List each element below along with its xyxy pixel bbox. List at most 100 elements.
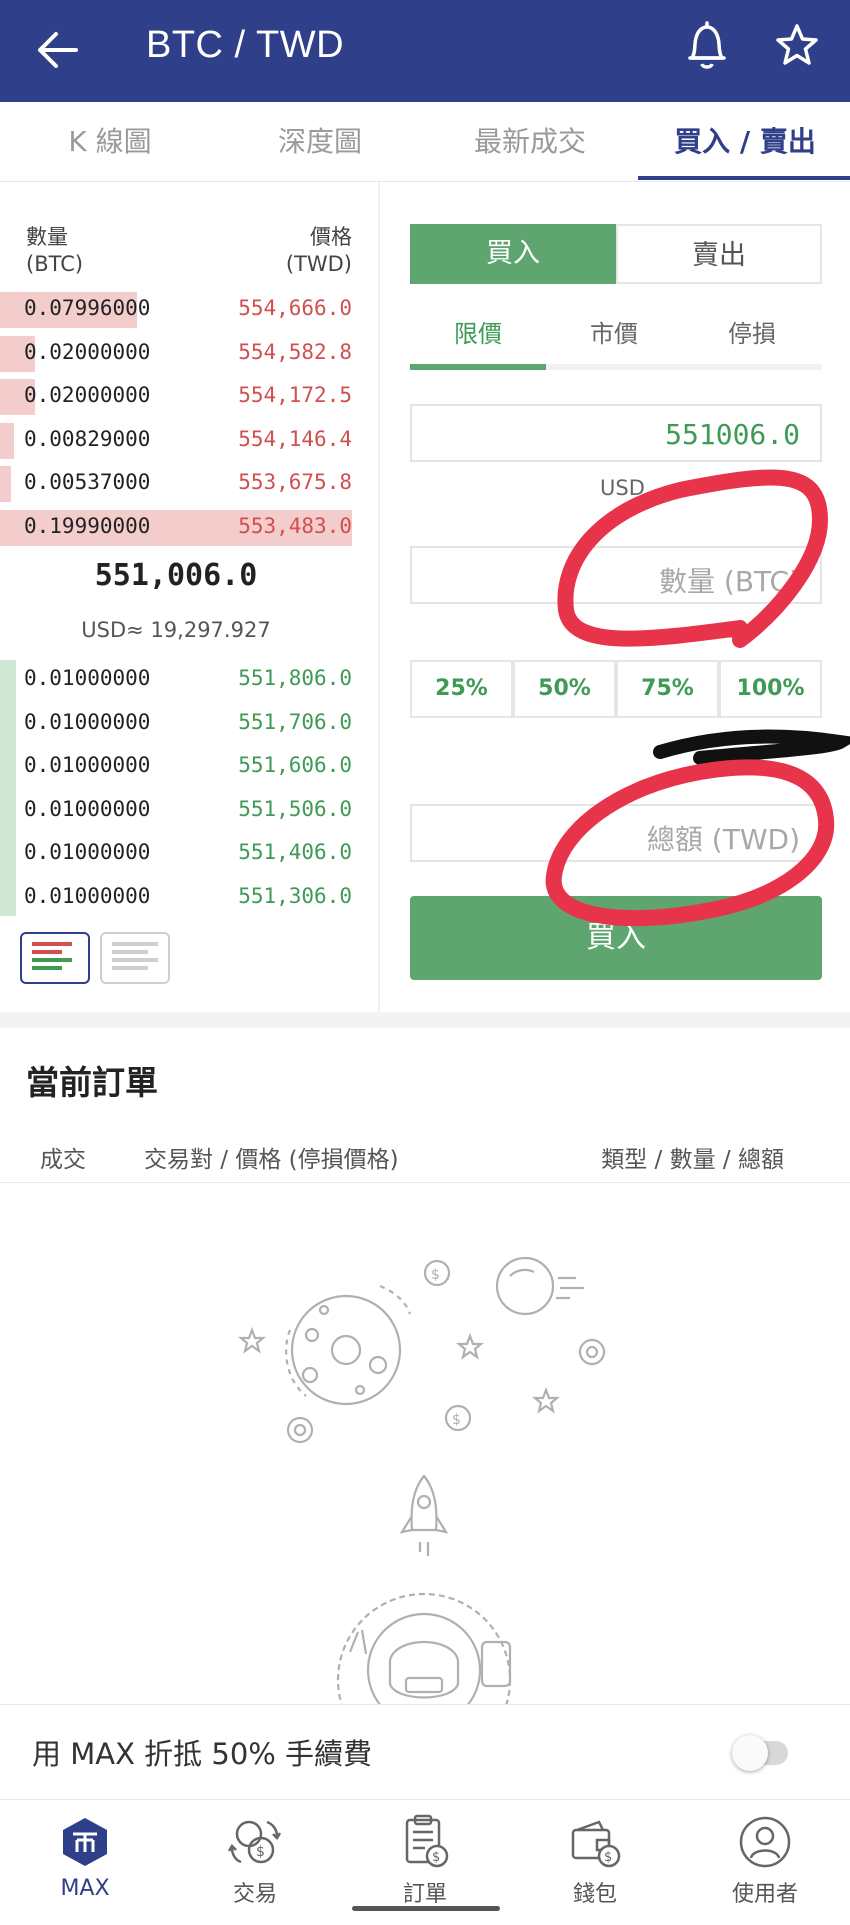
exchange-icon: $ bbox=[227, 1820, 282, 1864]
chart-tabs: K 線圖 深度圖 最新成交 買入 / 賣出 bbox=[0, 102, 850, 182]
qty-header: 數量 (BTC) bbox=[26, 224, 83, 278]
buy-segment-button[interactable]: 買入 bbox=[410, 224, 616, 284]
nav-max-label: MAX bbox=[60, 1876, 110, 1901]
sell-segment-button[interactable]: 賣出 bbox=[616, 224, 822, 284]
nav-user[interactable]: 使用者 bbox=[680, 1800, 850, 1912]
fee-discount-toggle[interactable] bbox=[732, 1731, 792, 1771]
col-pair-price: 交易對 / 價格 (停損價格) bbox=[144, 1147, 399, 1173]
app-header: BTC / TWD bbox=[0, 0, 850, 102]
quantity-placeholder: 數量 (BTC) bbox=[659, 565, 800, 598]
tab-latest-trades[interactable]: 最新成交 bbox=[440, 102, 620, 182]
toggle-knob bbox=[732, 1735, 768, 1771]
total-input[interactable]: 總額 (TWD) bbox=[410, 804, 822, 862]
bid-row[interactable]: 0.01000000 551,706.0 bbox=[0, 706, 352, 742]
bid-row[interactable]: 0.01000000 551,506.0 bbox=[0, 793, 352, 829]
nav-orders-label: 訂單 bbox=[402, 1882, 447, 1907]
price-header-unit: (TWD) bbox=[285, 252, 352, 276]
ask-row[interactable]: 0.00829000 554,146.4 bbox=[0, 422, 352, 459]
submit-buy-button[interactable]: 買入 bbox=[410, 896, 822, 980]
nav-wallet[interactable]: $ 錢包 bbox=[510, 1800, 680, 1912]
fee-discount-label: 用 MAX 折抵 50% 手續費 bbox=[32, 1737, 373, 1771]
ask-price: 553,675.8 bbox=[238, 470, 352, 494]
bid-price: 551,306.0 bbox=[238, 883, 352, 908]
bid-row[interactable]: 0.01000000 551,406.0 bbox=[0, 836, 352, 872]
nav-orders[interactable]: $ 訂單 bbox=[340, 1800, 510, 1912]
bid-row[interactable]: 0.01000000 551,606.0 bbox=[0, 749, 352, 785]
view-single-side-button[interactable] bbox=[100, 932, 170, 984]
price-header-label: 價格 bbox=[310, 225, 352, 249]
bid-depth-bar bbox=[0, 660, 16, 916]
home-indicator bbox=[352, 1906, 500, 1911]
bid-price: 551,406.0 bbox=[238, 840, 352, 864]
svg-text:$: $ bbox=[452, 1412, 461, 1428]
svg-text:$: $ bbox=[432, 1850, 440, 1865]
ask-row[interactable]: 0.19990000 553,483.0 bbox=[0, 509, 352, 546]
nav-max[interactable]: MAX bbox=[0, 1800, 170, 1912]
svg-text:$: $ bbox=[256, 1844, 265, 1860]
pct-100-button[interactable]: 100% bbox=[719, 660, 822, 718]
fee-discount-row: 用 MAX 折抵 50% 手續費 bbox=[0, 1704, 850, 1800]
usd-hint: USD bbox=[600, 476, 645, 500]
ask-depth-bar bbox=[0, 466, 11, 502]
svg-text:$: $ bbox=[431, 1267, 440, 1283]
qty-header-unit: (BTC) bbox=[26, 252, 84, 276]
active-tab-indicator bbox=[638, 176, 850, 180]
nav-wallet-label: 錢包 bbox=[572, 1882, 617, 1907]
pct-75-button[interactable]: 75% bbox=[616, 660, 719, 718]
bid-row[interactable]: 0.01000000 551,806.0 bbox=[0, 662, 352, 698]
col-filled: 成交 bbox=[40, 1147, 86, 1173]
ask-qty: 0.07996000 bbox=[24, 296, 151, 320]
quantity-input[interactable]: 數量 (BTC) bbox=[410, 546, 822, 604]
bid-row[interactable]: 0.01000000 551,306.0 bbox=[0, 880, 352, 916]
ask-price: 554,582.8 bbox=[238, 339, 352, 364]
ask-row[interactable]: 0.02000000 554,172.5 bbox=[0, 379, 352, 415]
price-input[interactable]: 551006.0 bbox=[410, 404, 822, 462]
bid-qty: 0.01000000 bbox=[24, 796, 151, 821]
column-divider bbox=[378, 182, 380, 1012]
bid-qty: 0.01000000 bbox=[24, 840, 151, 864]
section-separator bbox=[0, 1012, 850, 1028]
order-type-limit[interactable]: 限價 bbox=[410, 314, 546, 349]
tab-depth[interactable]: 深度圖 bbox=[230, 102, 410, 182]
empty-orders-space-illustration: $ $ bbox=[237, 1256, 606, 1710]
nav-user-label: 使用者 bbox=[731, 1882, 798, 1907]
pct-50-button[interactable]: 50% bbox=[513, 660, 616, 718]
ask-row[interactable]: 0.00537000 553,675.8 bbox=[0, 466, 352, 502]
current-orders-title: 當前訂單 bbox=[26, 1063, 158, 1102]
tab-buy-sell[interactable]: 買入 / 賣出 bbox=[650, 102, 840, 182]
total-placeholder: 總額 (TWD) bbox=[646, 823, 800, 856]
ask-price: 554,146.4 bbox=[238, 426, 352, 451]
bid-qty: 0.01000000 bbox=[24, 666, 151, 690]
order-type-stop[interactable]: 停損 bbox=[684, 314, 820, 349]
last-price: 551,006.0 bbox=[94, 558, 258, 593]
bid-price: 551,606.0 bbox=[238, 753, 352, 777]
bid-price: 551,706.0 bbox=[238, 709, 352, 734]
ask-depth-bar bbox=[0, 422, 14, 459]
list-divider bbox=[0, 1182, 850, 1183]
black-redaction-stroke bbox=[653, 729, 850, 765]
nav-exchange-label: 交易 bbox=[232, 1882, 277, 1907]
favorite-star-icon[interactable] bbox=[772, 18, 822, 74]
ask-qty: 0.02000000 bbox=[24, 339, 151, 364]
order-type-indicator bbox=[410, 364, 546, 370]
pct-25-button[interactable]: 25% bbox=[410, 660, 513, 718]
bid-qty: 0.01000000 bbox=[24, 883, 151, 908]
ask-price: 553,483.0 bbox=[238, 513, 352, 538]
nav-exchange[interactable]: $ 交易 bbox=[170, 1800, 340, 1912]
ask-qty: 0.00829000 bbox=[24, 426, 151, 451]
pair-title: BTC / TWD bbox=[146, 24, 345, 66]
qty-header-label: 數量 bbox=[26, 225, 68, 249]
back-arrow-icon[interactable] bbox=[36, 22, 80, 78]
usd-reference: USD≈ 19,297.927 bbox=[81, 618, 271, 642]
ask-row[interactable]: 0.02000000 554,582.8 bbox=[0, 335, 352, 372]
user-icon bbox=[739, 1816, 791, 1868]
order-type-market[interactable]: 市價 bbox=[546, 314, 682, 349]
ask-qty: 0.02000000 bbox=[24, 383, 151, 407]
view-both-sides-button[interactable] bbox=[20, 932, 90, 984]
ask-price: 554,666.0 bbox=[238, 296, 352, 320]
bell-icon[interactable] bbox=[682, 18, 732, 74]
ask-row[interactable]: 0.07996000 554,666.0 bbox=[0, 292, 352, 328]
tab-kline[interactable]: K 線圖 bbox=[20, 102, 200, 182]
bid-qty: 0.01000000 bbox=[24, 753, 151, 777]
svg-text:$: $ bbox=[604, 1850, 612, 1865]
